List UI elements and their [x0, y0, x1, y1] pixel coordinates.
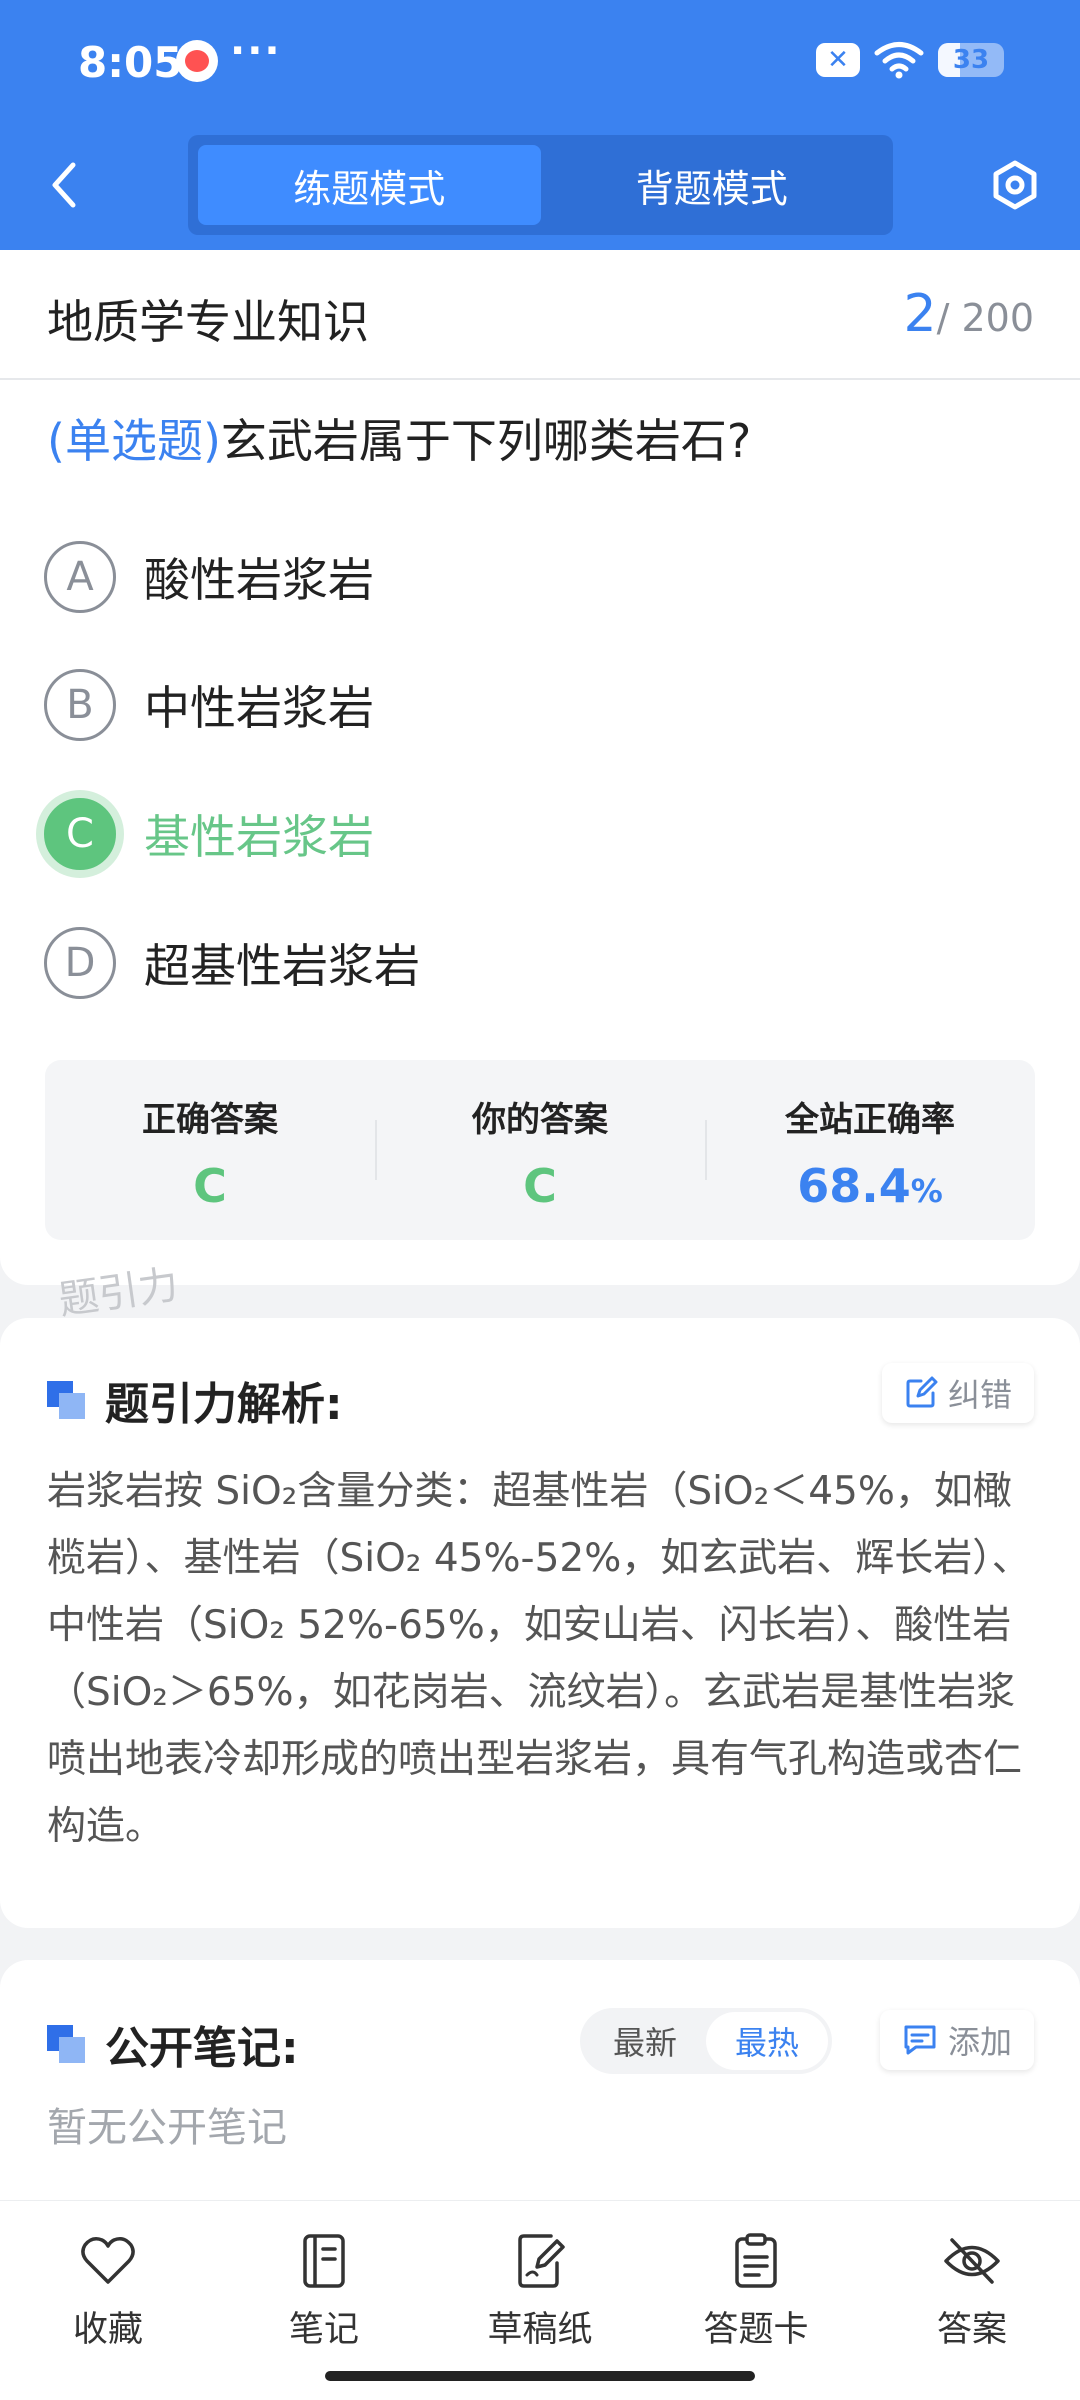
your-answer-label: 你的答案 — [472, 1100, 608, 1140]
app-notification-icon — [176, 40, 218, 82]
status-icons: ✕ 33 — [816, 40, 1004, 80]
answer-sheet-icon — [735, 2233, 777, 2288]
nav-favorite[interactable]: 收藏 — [28, 2229, 188, 2352]
accuracy-unit: % — [910, 1172, 943, 1210]
comment-add-icon — [904, 2025, 936, 2055]
option-text: 基性岩浆岩 — [144, 810, 374, 864]
option-text: 酸性岩浆岩 — [144, 553, 374, 607]
battery-percent: 33 — [952, 45, 990, 75]
site-accuracy-label: 全站正确率 — [785, 1100, 955, 1140]
nav-notes[interactable]: 笔记 — [244, 2229, 404, 2352]
notebook-icon — [303, 2234, 345, 2288]
explanation-card: 题引力解析: 纠错 岩浆岩按 SiO₂含量分类：超基性岩（SiO₂＜45%，如橄… — [0, 1318, 1080, 1928]
add-note-label: 添加 — [947, 2023, 1012, 2061]
explanation-title: 题引力解析: — [105, 1379, 343, 1430]
settings-button[interactable] — [985, 150, 1045, 220]
option-d[interactable]: D 超基性岩浆岩 — [44, 923, 1034, 1003]
empty-notes-text: 暂无公开笔记 — [47, 2105, 287, 2151]
nav-show-answer[interactable]: 答案 — [892, 2229, 1052, 2352]
option-letter: C — [44, 798, 116, 870]
nav-answer-sheet[interactable]: 答题卡 — [676, 2229, 836, 2352]
question-text-row: (单选题)玄武岩属于下列哪类岩石? — [47, 405, 751, 471]
public-notes-card: 公开笔记: 最新 最热 添加 暂无公开笔记 — [0, 1960, 1080, 2220]
report-error-label: 纠错 — [947, 1376, 1012, 1414]
your-answer-value: C — [523, 1159, 557, 1213]
your-answer-block: 你的答案 C — [375, 1060, 705, 1240]
status-time: 8:05 — [78, 38, 183, 87]
status-bar: 8:05 ··· ✕ 33 — [0, 0, 1080, 125]
edit-icon — [906, 1376, 938, 1408]
sort-newest[interactable]: 最新 — [584, 2012, 706, 2070]
wifi-icon — [874, 40, 924, 80]
tab-practice-mode[interactable]: 练题模式 — [198, 145, 541, 225]
accuracy-number: 68.4 — [797, 1159, 911, 1213]
battery-icon: 33 — [938, 43, 1004, 77]
question-card: 地质学专业知识 2/ 200 (单选题)玄武岩属于下列哪类岩石? A 酸性岩浆岩… — [0, 250, 1080, 1285]
notes-header: 公开笔记: — [47, 2012, 299, 2076]
bottom-toolbar: 收藏 笔记 草稿纸 答题卡 答案 — [0, 2200, 1080, 2400]
more-notifications-icon: ··· — [230, 28, 282, 74]
eye-off-icon — [944, 2238, 1000, 2284]
section-squares-icon — [47, 2025, 85, 2063]
heart-icon — [81, 2237, 135, 2284]
notes-sort-toggle: 最新 最热 — [580, 2008, 832, 2074]
option-letter: B — [44, 669, 116, 741]
nav-draft[interactable]: 草稿纸 — [460, 2229, 620, 2352]
add-note-button[interactable]: 添加 — [879, 2010, 1034, 2070]
app-header: 8:05 ··· ✕ 33 练题模式 背题模式 — [0, 0, 1080, 250]
section-squares-icon — [47, 1381, 85, 1419]
nav-draft-label: 草稿纸 — [487, 2310, 593, 2350]
site-accuracy-block: 全站正确率 68.4% — [705, 1060, 1035, 1240]
option-letter: A — [44, 541, 116, 613]
option-c[interactable]: C 基性岩浆岩 — [44, 794, 1034, 874]
sort-hottest[interactable]: 最热 — [706, 2012, 828, 2070]
question-progress: 2/ 200 — [903, 284, 1034, 344]
no-sim-icon: ✕ — [816, 43, 860, 77]
nav-answer-sheet-label: 答题卡 — [703, 2310, 809, 2350]
tab-review-mode[interactable]: 背题模式 — [541, 145, 884, 225]
notes-title: 公开笔记: — [105, 2023, 299, 2074]
answer-summary: 正确答案 C 你的答案 C 全站正确率 68.4% — [45, 1060, 1035, 1240]
option-text: 中性岩浆岩 — [144, 681, 374, 735]
correct-answer-label: 正确答案 — [142, 1100, 278, 1140]
option-b[interactable]: B 中性岩浆岩 — [44, 665, 1034, 745]
nav-favorite-label: 收藏 — [72, 2310, 143, 2350]
option-a[interactable]: A 酸性岩浆岩 — [44, 537, 1034, 617]
option-text: 超基性岩浆岩 — [144, 939, 420, 993]
back-button[interactable] — [36, 150, 92, 220]
explanation-header: 题引力解析: — [47, 1368, 343, 1432]
subject-title: 地质学专业知识 — [47, 295, 369, 349]
chevron-left-icon — [52, 162, 76, 208]
hexagon-settings-icon — [993, 160, 1037, 210]
mode-switch: 练题模式 背题模式 — [188, 135, 893, 235]
subject-row: 地质学专业知识 2/ 200 — [0, 250, 1080, 380]
draft-paper-icon — [518, 2234, 565, 2288]
explanation-text: 岩浆岩按 SiO₂含量分类：超基性岩（SiO₂＜45%，如橄榄岩）、基性岩（Si… — [47, 1469, 1031, 1849]
total-questions: / 200 — [936, 296, 1034, 340]
current-question-number: 2 — [903, 284, 937, 344]
question-text: 玄武岩属于下列哪类岩石? — [220, 414, 752, 468]
nav-show-answer-label: 答案 — [936, 2310, 1007, 2350]
correct-answer-value: C — [193, 1159, 227, 1213]
question-type: (单选题) — [47, 414, 221, 468]
site-accuracy-value: 68.4% — [705, 1159, 1035, 1213]
home-indicator[interactable] — [325, 2371, 755, 2381]
nav-notes-label: 笔记 — [288, 2310, 359, 2350]
correct-answer-block: 正确答案 C — [45, 1060, 375, 1240]
option-letter: D — [44, 927, 116, 999]
report-error-button[interactable]: 纠错 — [881, 1363, 1034, 1423]
